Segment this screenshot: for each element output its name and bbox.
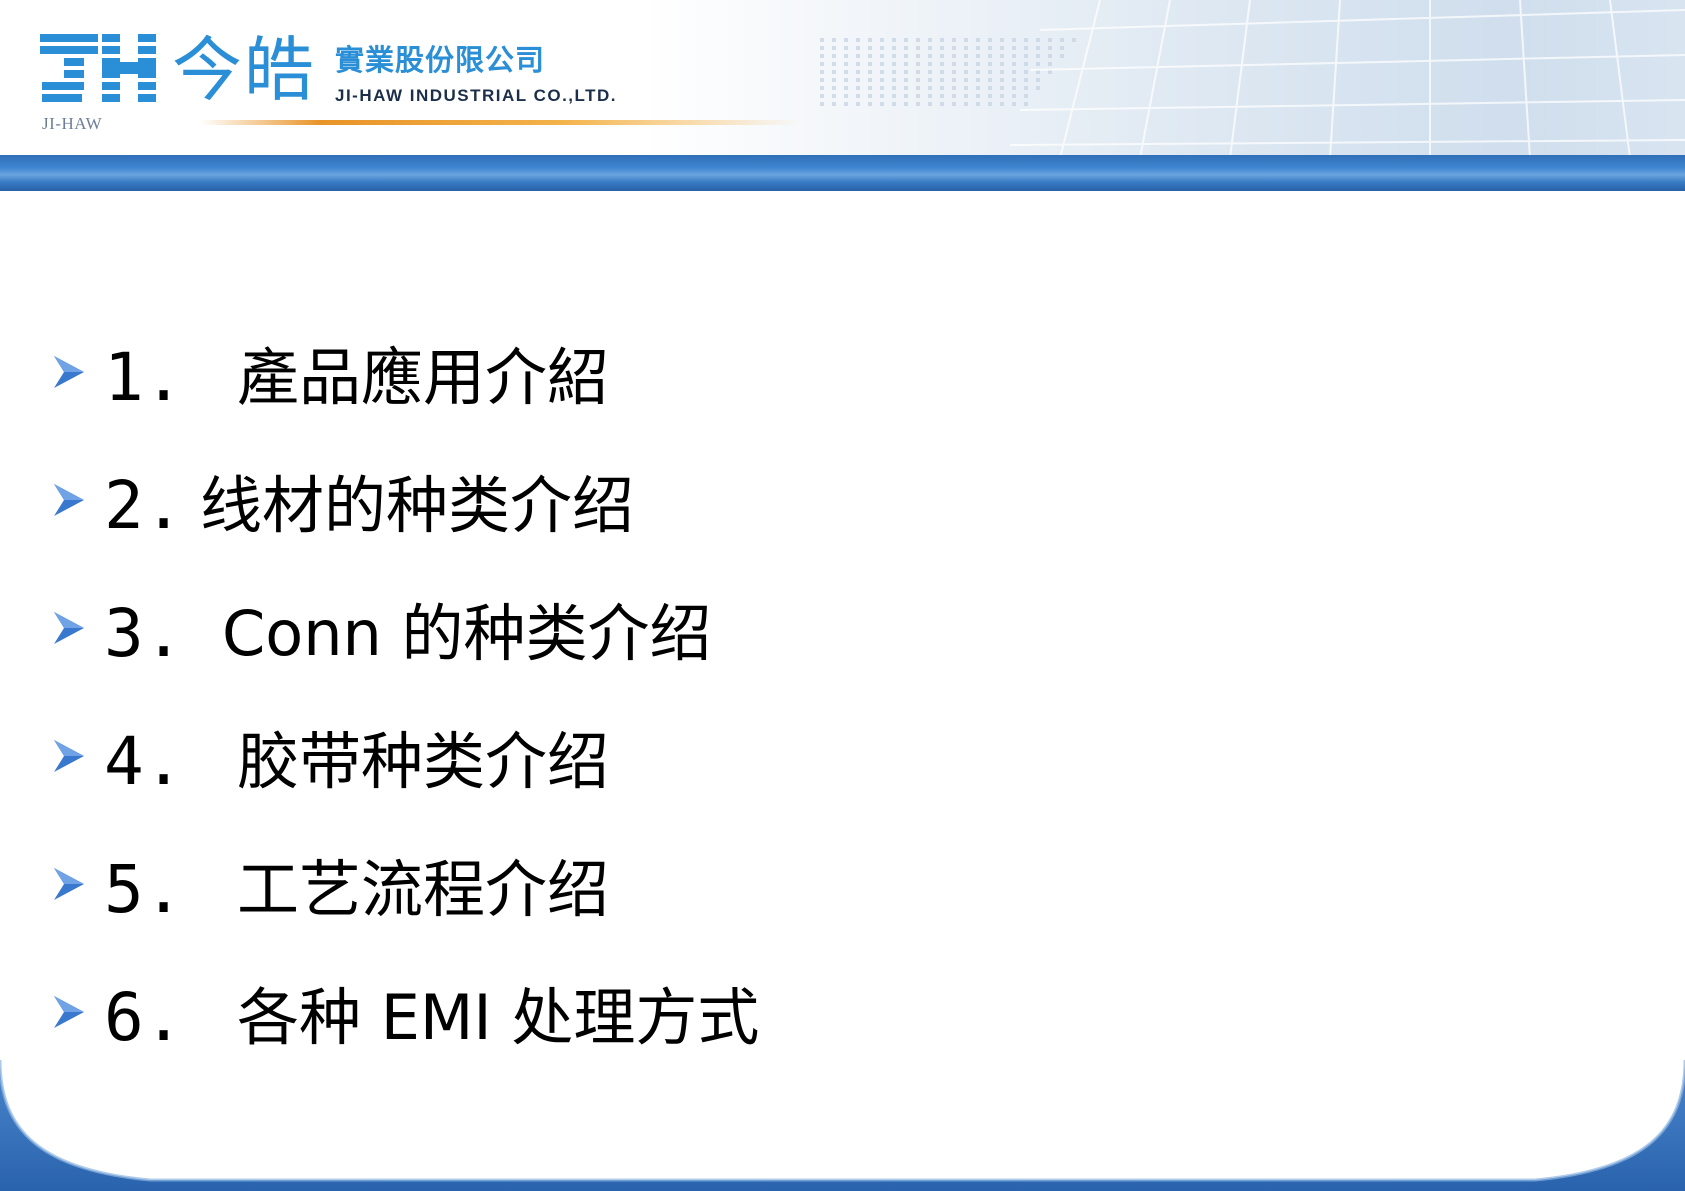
agenda-list: 1. 產品應用介紹 2. 线材的种类介绍 3. Conn 的种类介绍 4. 胶带… bbox=[0, 0, 1685, 1191]
arrow-bullet-icon bbox=[54, 484, 84, 516]
agenda-item-text: 工艺流程介绍 bbox=[237, 853, 610, 926]
agenda-item-number: 2. bbox=[104, 467, 184, 544]
arrow-bullet-icon bbox=[54, 868, 84, 900]
arrow-bullet-icon bbox=[54, 356, 84, 388]
arrow-bullet-icon bbox=[54, 996, 84, 1028]
agenda-item-text: 线材的种类介绍 bbox=[200, 469, 635, 542]
agenda-item-text: Conn 的种类介绍 bbox=[222, 597, 712, 670]
arrow-bullet-icon bbox=[54, 612, 84, 644]
bottom-wave-decoration bbox=[0, 1059, 1685, 1191]
agenda-item-number: 1. bbox=[104, 339, 184, 416]
agenda-item-number: 5. bbox=[104, 851, 184, 928]
arrow-bullet-icon bbox=[54, 740, 84, 772]
agenda-item-number: 4. bbox=[104, 723, 184, 800]
agenda-item-number: 3. bbox=[104, 595, 184, 672]
agenda-item-text: 產品應用介紹 bbox=[237, 341, 610, 414]
agenda-item-text: 胶带种类介绍 bbox=[237, 725, 610, 798]
